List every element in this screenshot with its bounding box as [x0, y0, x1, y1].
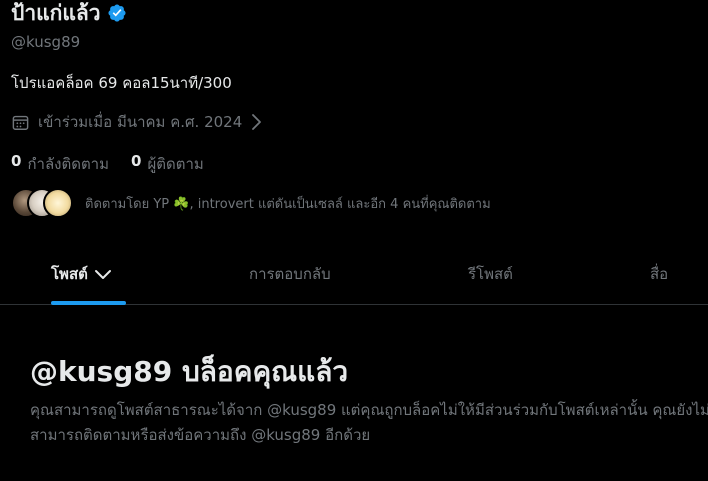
profile-tabs: โพสต์ การตอบกลับ รีโพสต์ สื่อ	[0, 245, 708, 305]
followers-label: ผู้ติดตาม	[147, 155, 204, 173]
profile-bio: โปรแอคล็อค 69 คอล15นาที/300	[11, 74, 232, 92]
active-tab-indicator	[51, 301, 126, 305]
joined-date-text: เข้าร่วมเมื่อ มีนาคม ค.ศ. 2024	[38, 113, 243, 131]
tab-replies[interactable]: การตอบกลับ	[249, 262, 331, 286]
tab-posts-label: โพสต์	[51, 265, 88, 283]
follower-avatars	[11, 188, 73, 218]
tab-replies-label: การตอบกลับ	[249, 265, 331, 283]
followers-stat[interactable]: 0 ผู้ติดตาม	[131, 152, 204, 176]
profile-name-row: ป้าแก่แล้ว	[11, 0, 127, 26]
followed-by-row[interactable]: ติดตามโดย YP ☘️, introvert แต่ดันเป็นเซล…	[11, 188, 491, 218]
blocked-title: @kusg89 บล็อคคุณแล้ว	[30, 355, 349, 388]
display-name: ป้าแก่แล้ว	[11, 1, 101, 25]
following-count: 0	[11, 152, 22, 170]
blocked-description: คุณสามารถดูโพสต์สาธารณะได้จาก @kusg89 แต…	[30, 401, 708, 444]
profile-handle: @kusg89	[11, 33, 81, 51]
followed-by-text: ติดตามโดย YP ☘️, introvert แต่ดันเป็นเซล…	[85, 196, 491, 212]
avatar	[43, 188, 73, 218]
chevron-down-icon	[94, 270, 111, 279]
following-stat[interactable]: 0 กำลังติดตาม	[11, 152, 109, 176]
follow-stats: 0 กำลังติดตาม 0 ผู้ติดตาม	[11, 152, 204, 176]
chevron-right-icon[interactable]	[250, 113, 262, 131]
followers-count: 0	[131, 152, 142, 170]
following-label: กำลังติดตาม	[27, 155, 109, 173]
tab-reposts[interactable]: รีโพสต์	[468, 262, 513, 286]
tab-media-label: สื่อ	[650, 265, 669, 283]
verified-badge-icon[interactable]	[107, 3, 127, 23]
tab-media[interactable]: สื่อ	[650, 262, 668, 286]
calendar-icon	[12, 115, 29, 130]
tab-reposts-label: รีโพสต์	[468, 265, 513, 283]
joined-date-row: เข้าร่วมเมื่อ มีนาคม ค.ศ. 2024	[11, 110, 262, 134]
tab-posts[interactable]: โพสต์	[51, 262, 112, 286]
